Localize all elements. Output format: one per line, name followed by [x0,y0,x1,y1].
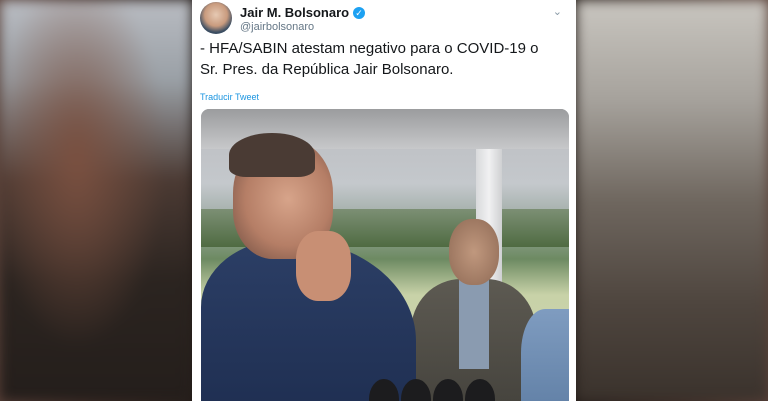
translate-tweet-link[interactable]: Traducir Tweet [200,92,259,102]
photo-person-background-shirt [459,279,489,369]
tweet-text: - HFA/SABIN atestam negativo para o COVI… [200,40,539,78]
tweet-header: Jair M. Bolsonaro ✓ @jairbolsonaro ⌄ [200,2,570,36]
author-handle[interactable]: @jairbolsonaro [240,21,314,33]
tweet-card: Jair M. Bolsonaro ✓ @jairbolsonaro ⌄ - H… [192,0,576,401]
photo-person-main [201,133,416,401]
chevron-down-icon[interactable]: ⌄ [553,5,562,18]
photo-person-background-head [449,219,499,285]
photo-person-main-hair [229,133,315,177]
tweet-media-photo[interactable] [201,109,569,401]
photo-person-right-edge [521,309,569,401]
background-left-blur [0,0,192,401]
photo-person-main-hand [296,231,351,301]
author-name-row: Jair M. Bolsonaro ✓ [240,5,366,20]
avatar[interactable] [200,2,232,34]
photo-person-background [411,219,536,401]
background-right-blur [576,0,768,401]
author-display-name[interactable]: Jair M. Bolsonaro [240,5,349,20]
verified-badge-icon: ✓ [353,6,366,19]
